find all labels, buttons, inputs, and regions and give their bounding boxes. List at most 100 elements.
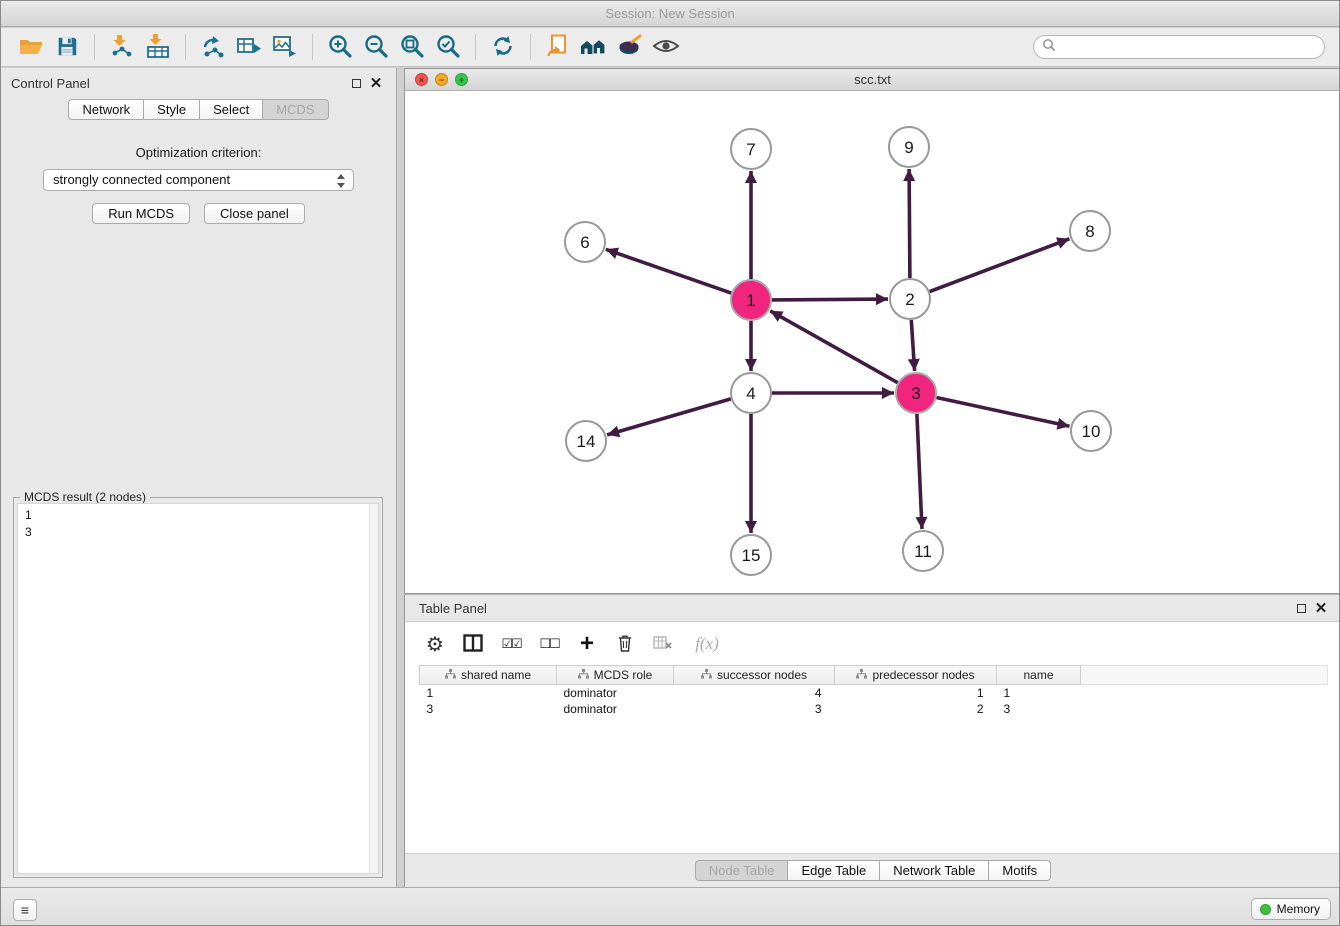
graph-node-label: 8 (1085, 222, 1094, 241)
column-header-name[interactable]: name (997, 666, 1081, 685)
graph-edge-2-8[interactable] (930, 239, 1070, 292)
refresh-view-button[interactable] (485, 31, 521, 63)
table-row[interactable]: 3 dominator 3 2 3 (420, 701, 1328, 717)
task-history-button[interactable]: ≡ (13, 899, 37, 921)
tab-select[interactable]: Select (199, 99, 263, 120)
show-hide-panel-button[interactable] (648, 31, 684, 63)
split-panel-button[interactable] (459, 631, 487, 657)
table-row[interactable]: 1 dominator 4 1 1 (420, 685, 1328, 701)
graph-node-label: 6 (580, 233, 589, 252)
graph-node-9[interactable]: 9 (889, 127, 929, 167)
memory-status-icon (1260, 904, 1271, 915)
optimization-criterion-label: Optimization criterion: (1, 145, 396, 160)
close-table-panel-button[interactable]: ✕ (1311, 599, 1331, 617)
graph-node-label: 7 (746, 140, 755, 159)
function-builder-button[interactable]: f(x) (687, 631, 727, 657)
graph-node-3[interactable]: 3 (896, 373, 936, 413)
column-header-mcds-role[interactable]: MCDS role (557, 666, 674, 685)
mcds-result-list[interactable]: 1 3 (17, 503, 379, 874)
tab-style[interactable]: Style (143, 99, 200, 120)
show-all-networks-button[interactable] (576, 31, 612, 63)
graph-edge-3-1[interactable] (770, 311, 898, 383)
tab-motifs[interactable]: Motifs (988, 860, 1051, 881)
zoom-out-button[interactable] (358, 31, 394, 63)
criterion-dropdown[interactable]: strongly connected component (43, 169, 354, 191)
gear-icon: ⚙ (426, 634, 444, 654)
float-icon (1297, 604, 1306, 613)
search-input[interactable] (1061, 40, 1316, 54)
open-in-cloud-button[interactable] (540, 31, 576, 63)
export-image-button[interactable] (267, 31, 303, 63)
graph-node-15[interactable]: 15 (731, 535, 771, 575)
window-minimize-button[interactable]: − (435, 73, 448, 86)
column-tree-icon (445, 668, 456, 682)
zoom-in-button[interactable] (322, 31, 358, 63)
style-brush-icon (617, 33, 643, 62)
column-header-filler (1081, 666, 1328, 685)
zoom-selected-icon (435, 33, 461, 62)
column-tree-icon (578, 668, 589, 682)
mcds-button-row: Run MCDS Close panel (1, 203, 396, 224)
select-all-columns-button[interactable]: ☑☑ (497, 631, 525, 657)
table-header-row: shared name MCDS role successor nodes pr… (420, 666, 1328, 685)
graph-node-label: 10 (1082, 422, 1101, 441)
export-table-button[interactable] (231, 31, 267, 63)
graph-node-4[interactable]: 4 (731, 373, 771, 413)
float-panel-button[interactable] (346, 74, 366, 92)
graph-edge-1-6[interactable] (606, 249, 731, 293)
column-header-shared-name[interactable]: shared name (420, 666, 557, 685)
graph-edge-4-14[interactable] (607, 399, 731, 435)
graph-edge-3-10[interactable] (937, 398, 1070, 427)
window-zoom-button[interactable]: + (455, 73, 468, 86)
save-session-button[interactable] (49, 31, 85, 63)
delete-column-button[interactable] (611, 631, 639, 657)
graph-node-1[interactable]: 1 (731, 280, 771, 320)
result-scrollbar[interactable] (369, 504, 378, 873)
fx-icon: f(x) (695, 634, 719, 654)
graph-edge-1-2[interactable] (772, 299, 888, 300)
network-window-titlebar[interactable]: × − + scc.txt (405, 69, 1340, 91)
import-network-button[interactable] (104, 31, 140, 63)
add-column-button[interactable]: + (573, 631, 601, 657)
import-table-button[interactable] (140, 31, 176, 63)
column-header-successor-nodes[interactable]: successor nodes (674, 666, 835, 685)
search-icon (1042, 38, 1056, 57)
run-mcds-button[interactable]: Run MCDS (92, 203, 190, 224)
graph-edge-2-9[interactable] (909, 169, 910, 278)
graph-node-7[interactable]: 7 (731, 129, 771, 169)
apply-style-button[interactable] (612, 31, 648, 63)
zoom-fit-button[interactable] (394, 31, 430, 63)
export-network-button[interactable] (195, 31, 231, 63)
tab-node-table[interactable]: Node Table (695, 860, 789, 881)
delete-table-button[interactable] (649, 631, 677, 657)
close-panel-action-button[interactable]: Close panel (204, 203, 305, 224)
memory-button[interactable]: Memory (1251, 898, 1331, 920)
network-canvas[interactable]: 7 9 6 8 1 2 4 3 14 10 15 11 (405, 91, 1340, 593)
graph-edge-3-11[interactable] (917, 414, 922, 529)
window-titlebar: Session: New Session (1, 1, 1339, 27)
table-settings-button[interactable]: ⚙ (421, 631, 449, 657)
window-close-button[interactable]: × (415, 73, 428, 86)
tab-network-table[interactable]: Network Table (879, 860, 989, 881)
graph-edge-2-3[interactable] (911, 320, 914, 371)
column-header-predecessor-nodes[interactable]: predecessor nodes (835, 666, 997, 685)
tab-edge-table[interactable]: Edge Table (787, 860, 880, 881)
tab-mcds[interactable]: MCDS (262, 99, 328, 120)
graph-node-6[interactable]: 6 (565, 222, 605, 262)
graph-node-10[interactable]: 10 (1071, 411, 1111, 451)
close-panel-button[interactable]: ✕ (366, 74, 386, 92)
graph-node-8[interactable]: 8 (1070, 211, 1110, 251)
graph-node-2[interactable]: 2 (890, 279, 930, 319)
zoom-in-icon (327, 33, 353, 62)
graph-node-14[interactable]: 14 (566, 421, 606, 461)
zoom-selected-button[interactable] (430, 31, 466, 63)
open-session-button[interactable] (13, 31, 49, 63)
float-table-panel-button[interactable] (1291, 599, 1311, 617)
close-icon: ✕ (370, 76, 383, 91)
export-table-icon (236, 33, 262, 62)
search-box[interactable] (1033, 35, 1325, 59)
tab-network[interactable]: Network (68, 99, 144, 120)
control-panel-tabs: Network Style Select MCDS (1, 99, 396, 120)
graph-node-11[interactable]: 11 (903, 531, 943, 571)
unselect-all-columns-button[interactable]: ☐☐ (535, 631, 563, 657)
